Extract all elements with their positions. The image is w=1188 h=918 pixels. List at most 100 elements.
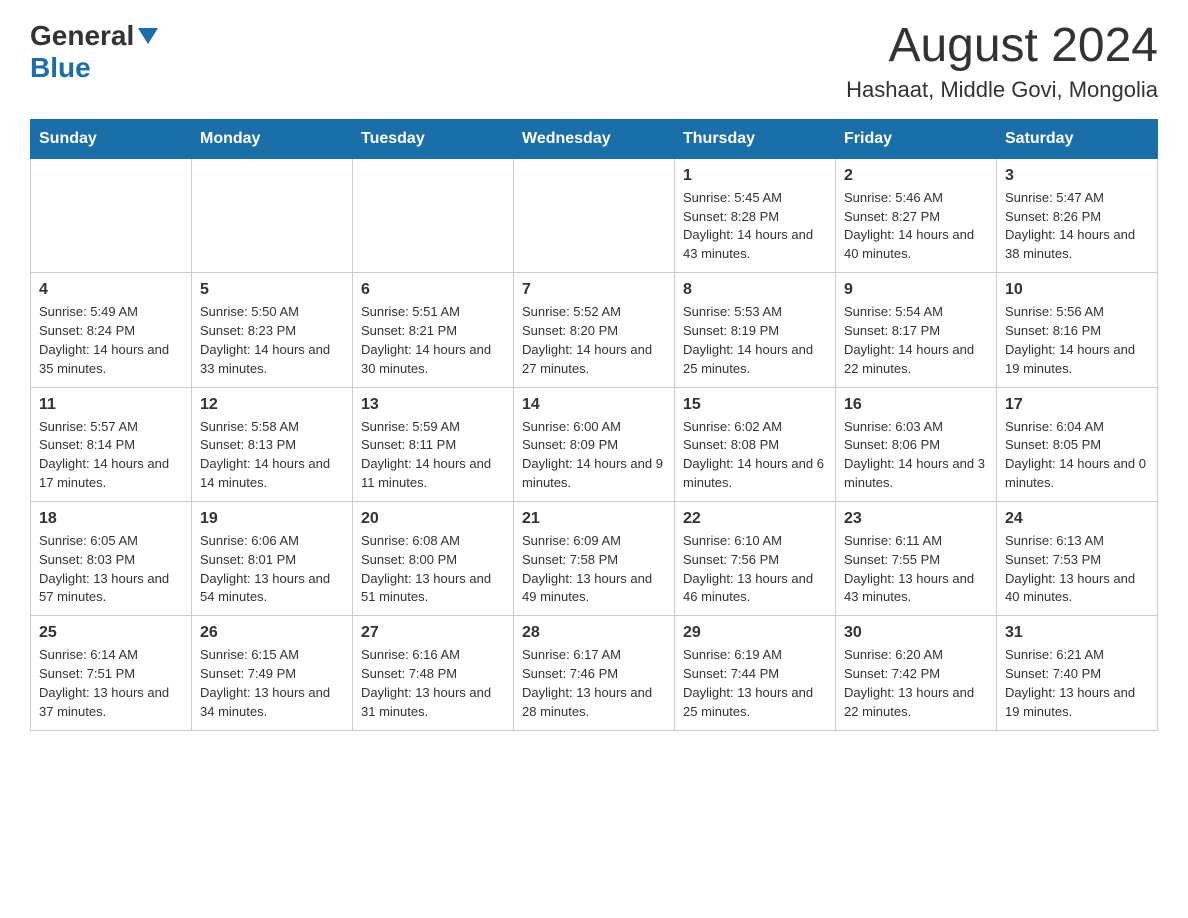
- day-number: 20: [361, 510, 505, 528]
- day-info: Sunrise: 5:47 AM Sunset: 8:26 PM Dayligh…: [1005, 189, 1149, 264]
- day-info: Sunrise: 5:49 AM Sunset: 8:24 PM Dayligh…: [39, 303, 183, 378]
- day-number: 21: [522, 510, 666, 528]
- day-number: 9: [844, 281, 988, 299]
- day-number: 3: [1005, 167, 1149, 185]
- calendar-day-cell: 24 Sunrise: 6:13 AM Sunset: 7:53 PM Dayli…: [997, 501, 1158, 615]
- calendar-day-cell: 11 Sunrise: 5:57 AM Sunset: 8:14 PM Dayli…: [31, 387, 192, 501]
- day-number: 24: [1005, 510, 1149, 528]
- day-info: Sunrise: 6:20 AM Sunset: 7:42 PM Dayligh…: [844, 646, 988, 721]
- calendar-day-cell: [353, 158, 514, 272]
- day-info: Sunrise: 5:58 AM Sunset: 8:13 PM Dayligh…: [200, 418, 344, 493]
- calendar-header: August 2024 Hashaat, Middle Govi, Mongol…: [846, 20, 1158, 103]
- day-info: Sunrise: 6:14 AM Sunset: 7:51 PM Dayligh…: [39, 646, 183, 721]
- calendar-day-cell: 31 Sunrise: 6:21 AM Sunset: 7:40 PM Dayli…: [997, 616, 1158, 730]
- day-number: 29: [683, 624, 827, 642]
- day-info: Sunrise: 6:02 AM Sunset: 8:08 PM Dayligh…: [683, 418, 827, 493]
- calendar-day-cell: 23 Sunrise: 6:11 AM Sunset: 7:55 PM Dayli…: [836, 501, 997, 615]
- calendar-day-cell: 30 Sunrise: 6:20 AM Sunset: 7:42 PM Dayli…: [836, 616, 997, 730]
- day-info: Sunrise: 5:53 AM Sunset: 8:19 PM Dayligh…: [683, 303, 827, 378]
- calendar-day-cell: 29 Sunrise: 6:19 AM Sunset: 7:44 PM Dayli…: [675, 616, 836, 730]
- calendar-day-cell: 21 Sunrise: 6:09 AM Sunset: 7:58 PM Dayli…: [514, 501, 675, 615]
- calendar-day-cell: 17Sunrise: 6:04 AM Sunset: 8:05 PM Dayli…: [997, 387, 1158, 501]
- day-info: Sunrise: 6:03 AM Sunset: 8:06 PM Dayligh…: [844, 418, 988, 493]
- day-info: Sunrise: 6:21 AM Sunset: 7:40 PM Dayligh…: [1005, 646, 1149, 721]
- calendar-day-cell: 2Sunrise: 5:46 AM Sunset: 8:27 PM Daylig…: [836, 158, 997, 272]
- calendar-week-1: 1 Sunrise: 5:45 AM Sunset: 8:28 PM Daylig…: [31, 158, 1158, 272]
- day-info: Sunrise: 6:13 AM Sunset: 7:53 PM Dayligh…: [1005, 532, 1149, 607]
- calendar-day-cell: 15 Sunrise: 6:02 AM Sunset: 8:08 PM Dayli…: [675, 387, 836, 501]
- day-info: Sunrise: 5:57 AM Sunset: 8:14 PM Dayligh…: [39, 418, 183, 493]
- calendar-week-5: 25Sunrise: 6:14 AM Sunset: 7:51 PM Dayli…: [31, 616, 1158, 730]
- day-number: 1: [683, 167, 827, 185]
- day-info: Sunrise: 6:00 AM Sunset: 8:09 PM Dayligh…: [522, 418, 666, 493]
- calendar-day-cell: 1 Sunrise: 5:45 AM Sunset: 8:28 PM Daylig…: [675, 158, 836, 272]
- calendar-day-cell: 8 Sunrise: 5:53 AM Sunset: 8:19 PM Daylig…: [675, 273, 836, 387]
- calendar-week-4: 18 Sunrise: 6:05 AM Sunset: 8:03 PM Dayli…: [31, 501, 1158, 615]
- calendar-day-cell: 18 Sunrise: 6:05 AM Sunset: 8:03 PM Dayli…: [31, 501, 192, 615]
- calendar-day-cell: [514, 158, 675, 272]
- weekday-header-tuesday: Tuesday: [353, 119, 514, 158]
- day-number: 5: [200, 281, 344, 299]
- day-number: 22: [683, 510, 827, 528]
- day-info: Sunrise: 5:59 AM Sunset: 8:11 PM Dayligh…: [361, 418, 505, 493]
- day-number: 8: [683, 281, 827, 299]
- calendar-day-cell: [192, 158, 353, 272]
- calendar-day-cell: 7Sunrise: 5:52 AM Sunset: 8:20 PM Daylig…: [514, 273, 675, 387]
- calendar-day-cell: 25Sunrise: 6:14 AM Sunset: 7:51 PM Dayli…: [31, 616, 192, 730]
- calendar-day-cell: 5 Sunrise: 5:50 AM Sunset: 8:23 PM Daylig…: [192, 273, 353, 387]
- day-number: 19: [200, 510, 344, 528]
- weekday-header-wednesday: Wednesday: [514, 119, 675, 158]
- calendar-day-cell: 16 Sunrise: 6:03 AM Sunset: 8:06 PM Dayli…: [836, 387, 997, 501]
- day-number: 18: [39, 510, 183, 528]
- calendar-day-cell: 13 Sunrise: 5:59 AM Sunset: 8:11 PM Dayli…: [353, 387, 514, 501]
- day-number: 31: [1005, 624, 1149, 642]
- calendar-day-cell: 4 Sunrise: 5:49 AM Sunset: 8:24 PM Daylig…: [31, 273, 192, 387]
- day-info: Sunrise: 6:06 AM Sunset: 8:01 PM Dayligh…: [200, 532, 344, 607]
- day-number: 16: [844, 396, 988, 414]
- day-info: Sunrise: 6:05 AM Sunset: 8:03 PM Dayligh…: [39, 532, 183, 607]
- day-number: 4: [39, 281, 183, 299]
- calendar-day-cell: 3 Sunrise: 5:47 AM Sunset: 8:26 PM Daylig…: [997, 158, 1158, 272]
- calendar-day-cell: 6Sunrise: 5:51 AM Sunset: 8:21 PM Daylig…: [353, 273, 514, 387]
- calendar-table: SundayMondayTuesdayWednesdayThursdayFrid…: [30, 119, 1158, 731]
- calendar-day-cell: 9 Sunrise: 5:54 AM Sunset: 8:17 PM Daylig…: [836, 273, 997, 387]
- day-info: Sunrise: 5:45 AM Sunset: 8:28 PM Dayligh…: [683, 189, 827, 264]
- day-number: 13: [361, 396, 505, 414]
- day-info: Sunrise: 6:08 AM Sunset: 8:00 PM Dayligh…: [361, 532, 505, 607]
- day-info: Sunrise: 5:54 AM Sunset: 8:17 PM Dayligh…: [844, 303, 988, 378]
- day-info: Sunrise: 6:11 AM Sunset: 7:55 PM Dayligh…: [844, 532, 988, 607]
- weekday-header-monday: Monday: [192, 119, 353, 158]
- calendar-day-cell: 28Sunrise: 6:17 AM Sunset: 7:46 PM Dayli…: [514, 616, 675, 730]
- day-info: Sunrise: 5:50 AM Sunset: 8:23 PM Dayligh…: [200, 303, 344, 378]
- calendar-week-2: 4 Sunrise: 5:49 AM Sunset: 8:24 PM Daylig…: [31, 273, 1158, 387]
- calendar-day-cell: 22Sunrise: 6:10 AM Sunset: 7:56 PM Dayli…: [675, 501, 836, 615]
- day-number: 28: [522, 624, 666, 642]
- day-number: 26: [200, 624, 344, 642]
- day-number: 11: [39, 396, 183, 414]
- calendar-day-cell: 14Sunrise: 6:00 AM Sunset: 8:09 PM Dayli…: [514, 387, 675, 501]
- day-info: Sunrise: 6:19 AM Sunset: 7:44 PM Dayligh…: [683, 646, 827, 721]
- calendar-day-cell: [31, 158, 192, 272]
- calendar-day-cell: 27Sunrise: 6:16 AM Sunset: 7:48 PM Dayli…: [353, 616, 514, 730]
- weekday-header-thursday: Thursday: [675, 119, 836, 158]
- calendar-day-cell: 10Sunrise: 5:56 AM Sunset: 8:16 PM Dayli…: [997, 273, 1158, 387]
- calendar-header-row: SundayMondayTuesdayWednesdayThursdayFrid…: [31, 119, 1158, 158]
- day-number: 23: [844, 510, 988, 528]
- calendar-day-cell: 19 Sunrise: 6:06 AM Sunset: 8:01 PM Dayli…: [192, 501, 353, 615]
- calendar-day-cell: 20 Sunrise: 6:08 AM Sunset: 8:00 PM Dayli…: [353, 501, 514, 615]
- calendar-title: August 2024: [846, 20, 1158, 73]
- day-info: Sunrise: 6:16 AM Sunset: 7:48 PM Dayligh…: [361, 646, 505, 721]
- calendar-subtitle: Hashaat, Middle Govi, Mongolia: [846, 77, 1158, 103]
- day-number: 15: [683, 396, 827, 414]
- page-header: General Blue August 2024 Hashaat, Middle…: [30, 20, 1158, 103]
- day-info: Sunrise: 6:09 AM Sunset: 7:58 PM Dayligh…: [522, 532, 666, 607]
- calendar-day-cell: 26 Sunrise: 6:15 AM Sunset: 7:49 PM Dayli…: [192, 616, 353, 730]
- day-info: Sunrise: 5:56 AM Sunset: 8:16 PM Dayligh…: [1005, 303, 1149, 378]
- calendar-day-cell: 12Sunrise: 5:58 AM Sunset: 8:13 PM Dayli…: [192, 387, 353, 501]
- logo-blue-text: Blue: [30, 52, 91, 83]
- weekday-header-saturday: Saturday: [997, 119, 1158, 158]
- day-info: Sunrise: 6:15 AM Sunset: 7:49 PM Dayligh…: [200, 646, 344, 721]
- calendar-week-3: 11 Sunrise: 5:57 AM Sunset: 8:14 PM Dayli…: [31, 387, 1158, 501]
- day-info: Sunrise: 5:46 AM Sunset: 8:27 PM Dayligh…: [844, 189, 988, 264]
- day-number: 30: [844, 624, 988, 642]
